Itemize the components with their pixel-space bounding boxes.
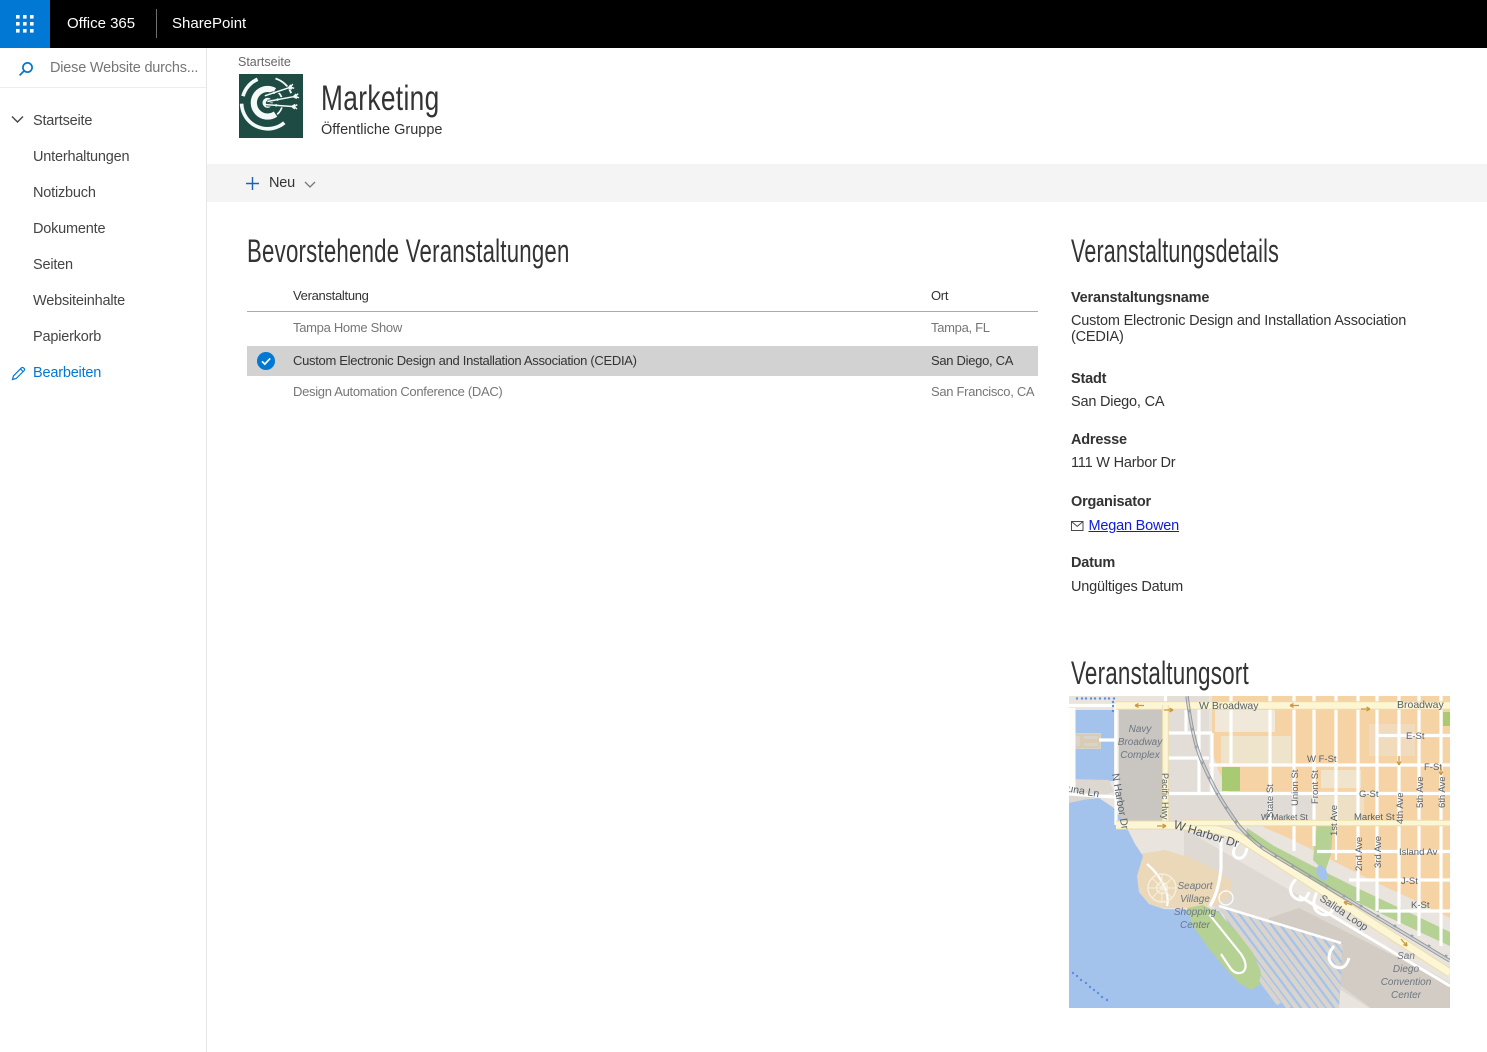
svg-text:State St: State St	[1265, 784, 1276, 818]
svg-text:G-St: G-St	[1359, 789, 1379, 800]
svg-text:Pacific Hwy: Pacific Hwy	[1160, 773, 1170, 820]
svg-text:K-St: K-St	[1411, 900, 1430, 911]
svg-text:Island Av: Island Av	[1399, 847, 1438, 858]
svg-text:Front St: Front St	[1310, 770, 1321, 804]
svg-text:Union St: Union St	[1290, 769, 1301, 806]
svg-text:3rd Ave: 3rd Ave	[1373, 836, 1384, 868]
svg-text:Market St: Market St	[1354, 812, 1395, 823]
svg-text:J-St: J-St	[1401, 876, 1418, 887]
svg-text:Convention: Convention	[1381, 977, 1432, 988]
svg-text:Diego: Diego	[1393, 964, 1420, 975]
svg-text:Village: Village	[1180, 894, 1210, 905]
svg-text:Navy: Navy	[1129, 724, 1153, 735]
svg-text:6th Ave: 6th Ave	[1437, 776, 1448, 808]
svg-text:Center: Center	[1391, 990, 1422, 1001]
svg-text:Broadway: Broadway	[1397, 699, 1444, 711]
svg-text:E-St: E-St	[1406, 731, 1425, 742]
svg-text:4th Ave: 4th Ave	[1395, 792, 1406, 824]
svg-text:San: San	[1397, 951, 1415, 962]
svg-text:Center: Center	[1180, 920, 1211, 931]
svg-text:Complex: Complex	[1120, 750, 1160, 761]
svg-text:Seaport: Seaport	[1177, 881, 1213, 892]
svg-text:W Broadway: W Broadway	[1199, 700, 1259, 712]
svg-text:Shopping: Shopping	[1174, 907, 1217, 918]
svg-text:2nd Ave: 2nd Ave	[1354, 837, 1365, 871]
svg-text:5th Ave: 5th Ave	[1415, 776, 1426, 808]
svg-text:1st Ave: 1st Ave	[1329, 805, 1340, 836]
svg-text:W F-St: W F-St	[1307, 754, 1337, 765]
svg-text:Broadway: Broadway	[1118, 737, 1163, 748]
